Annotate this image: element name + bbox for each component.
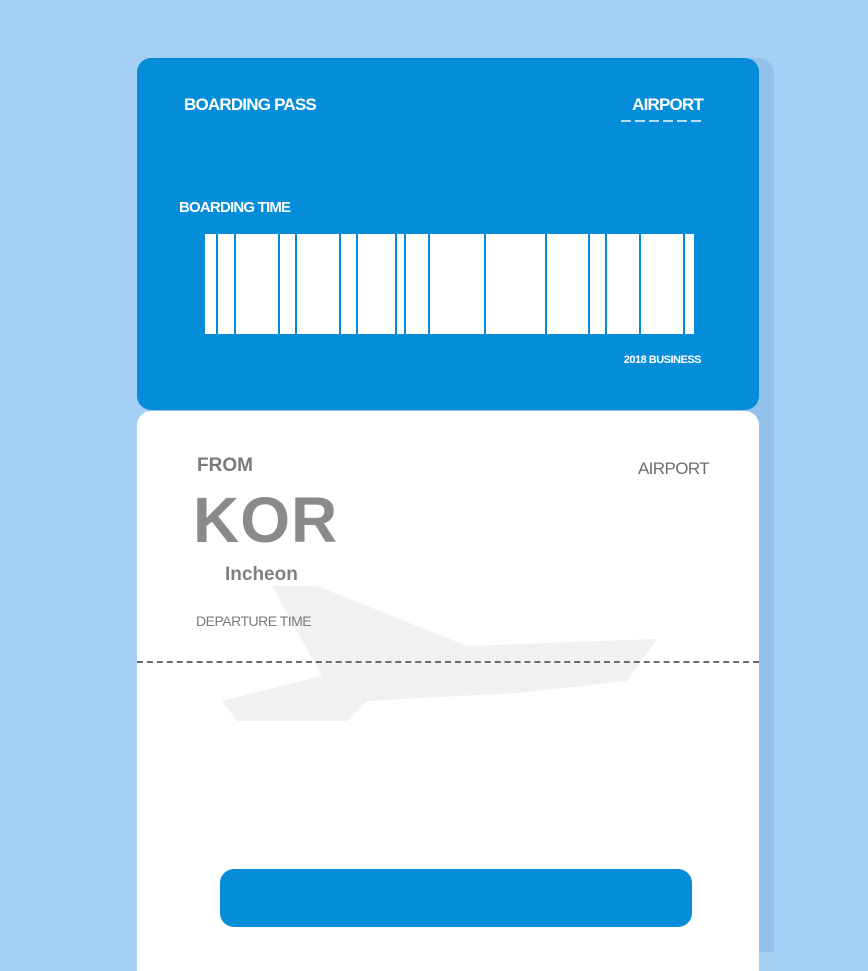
tear-line-divider	[137, 661, 759, 663]
airport-underline	[621, 120, 703, 122]
origin-airport-code: KOR	[193, 484, 339, 556]
origin-city: Incheon	[225, 564, 298, 585]
header-airport-label: AIRPORT	[632, 95, 704, 114]
barcode-icon	[205, 234, 694, 334]
boarding-pass-title: BOARDING PASS	[184, 95, 317, 114]
flight-details-card: FROM AIRPORT KOR Incheon DEPARTURE TIME	[137, 411, 759, 971]
boarding-pass-header-card: BOARDING PASS AIRPORT BOARDING TIME 2018…	[137, 58, 759, 410]
ticket-action-button[interactable]	[220, 869, 692, 927]
ticket-class-label: 2018 BUSINESS	[623, 354, 702, 366]
departure-time-label: DEPARTURE TIME	[196, 613, 312, 629]
airplane-silhouette-icon	[222, 586, 657, 721]
from-label: FROM	[197, 455, 253, 476]
boarding-time-label: BOARDING TIME	[179, 199, 291, 216]
destination-airport-label: AIRPORT	[637, 459, 710, 478]
